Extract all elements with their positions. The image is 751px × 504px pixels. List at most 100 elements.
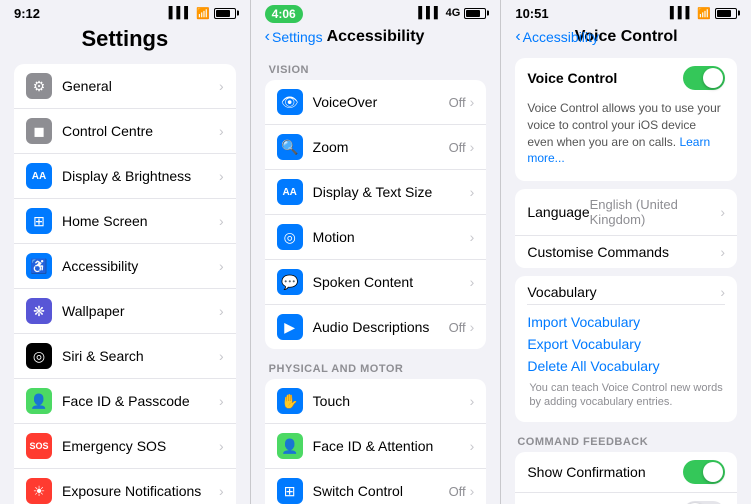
command-feedback-group: Show Confirmation Play Sound Show Hints [515, 452, 737, 504]
export-vocab-link[interactable]: Export Vocabulary [527, 333, 725, 355]
vc-description: Voice Control allows you to use your voi… [527, 96, 725, 173]
motor-header: PHYSICAL AND MOTOR [265, 357, 487, 379]
faceid-icon: 👤 [26, 388, 52, 414]
voiceover-label: VoiceOver [313, 94, 449, 110]
customise-label: Customise Commands [527, 244, 669, 260]
chevron-customise-icon: › [720, 244, 725, 260]
show-confirm-label: Show Confirmation [527, 464, 645, 480]
chevron-vocab-icon: › [720, 284, 725, 300]
play-sound-row[interactable]: Play Sound [515, 493, 737, 504]
chevron-icon: › [470, 139, 475, 155]
back-button-3[interactable]: ‹ Accessibility [515, 28, 599, 46]
exposure-icon: ☀ [26, 478, 52, 504]
signal-icon: ▌▌▌ [418, 7, 441, 19]
settings-item-control-centre[interactable]: ◼ Control Centre › [14, 109, 236, 154]
voice-control-toggle[interactable] [683, 66, 725, 90]
nav-bar-3: ‹ Accessibility Voice Control [501, 24, 751, 54]
exposure-label: Exposure Notifications [62, 483, 219, 499]
wifi-icon-3: 📶 [697, 7, 711, 20]
time-1: 9:12 [14, 6, 40, 21]
display-label: Display & Brightness [62, 168, 219, 184]
settings-item-display-text[interactable]: AA Display & Text Size › [265, 170, 487, 215]
status-icons-3: ▌▌▌ 📶 [670, 7, 737, 20]
settings-item-sos[interactable]: SOS Emergency SOS › [14, 424, 236, 469]
settings-item-accessibility[interactable]: ♿ Accessibility › [14, 244, 236, 289]
control-centre-icon: ◼ [26, 118, 52, 144]
settings-item-wallpaper[interactable]: ❋ Wallpaper › [14, 289, 236, 334]
settings-item-touch[interactable]: ✋ Touch › [265, 379, 487, 424]
control-centre-label: Control Centre [62, 123, 219, 139]
motor-group: ✋ Touch › 👤 Face ID & Attention › ⊞ Swit… [265, 379, 487, 504]
settings-item-display[interactable]: AA Display & Brightness › [14, 154, 236, 199]
chevron-icon: › [219, 438, 224, 454]
vc-lang-group: Language English (United Kingdom) › Cust… [515, 189, 737, 268]
battery-icon-3 [715, 8, 737, 19]
vc-language-row[interactable]: Language English (United Kingdom) › [515, 189, 737, 236]
language-label: Language [527, 204, 589, 220]
settings-item-spoken[interactable]: 💬 Spoken Content › [265, 260, 487, 305]
touch-label: Touch [313, 393, 470, 409]
settings-item-switch-control[interactable]: ⊞ Switch Control Off › [265, 469, 487, 504]
vc-toggle-block: Voice Control Voice Control allows you t… [515, 58, 737, 181]
chevron-icon: › [470, 393, 475, 409]
show-confirm-row[interactable]: Show Confirmation [515, 452, 737, 493]
audio-desc-label: Audio Descriptions [313, 319, 449, 335]
display-icon: AA [26, 163, 52, 189]
zoom-label: Zoom [313, 139, 449, 155]
spoken-label: Spoken Content [313, 274, 470, 290]
settings-group-main: ⚙ General › ◼ Control Centre › AA Displa… [14, 64, 236, 504]
time-3: 10:51 [515, 6, 548, 21]
chevron-icon: › [219, 483, 224, 499]
chevron-icon: › [219, 258, 224, 274]
settings-item-exposure[interactable]: ☀ Exposure Notifications › [14, 469, 236, 504]
chevron-icon: › [470, 483, 475, 499]
settings-item-faceid-attn[interactable]: 👤 Face ID & Attention › [265, 424, 487, 469]
zoom-icon: 🔍 [277, 134, 303, 160]
vocabulary-label: Vocabulary [527, 284, 596, 300]
command-feedback-header: COMMAND FEEDBACK [515, 430, 737, 452]
voiceover-value: Off [449, 95, 466, 110]
switch-control-value: Off [449, 484, 466, 499]
display-text-icon: AA [277, 179, 303, 205]
settings-item-voiceover[interactable]: 👁 VoiceOver Off › [265, 80, 487, 125]
wallpaper-label: Wallpaper [62, 303, 219, 319]
nav-bar-1: Settings [0, 24, 250, 58]
settings-item-zoom[interactable]: 🔍 Zoom Off › [265, 125, 487, 170]
toggle-knob-confirm [703, 462, 723, 482]
accessibility-label: Accessibility [62, 258, 219, 274]
settings-item-general[interactable]: ⚙ General › [14, 64, 236, 109]
battery-icon [214, 8, 236, 19]
delete-vocab-link[interactable]: Delete All Vocabulary [527, 355, 725, 377]
vc-top-row: Voice Control [527, 66, 725, 96]
settings-list-2: VISION 👁 VoiceOver Off › 🔍 Zoom Off › AA… [251, 54, 501, 504]
show-confirm-toggle[interactable] [683, 460, 725, 484]
settings-item-motion[interactable]: ◎ Motion › [265, 215, 487, 260]
display-text-label: Display & Text Size [313, 184, 470, 200]
battery-icon-2 [464, 8, 486, 19]
back-button-2[interactable]: ‹ Settings [265, 28, 323, 46]
home-screen-icon: ⊞ [26, 208, 52, 234]
settings-item-home-screen[interactable]: ⊞ Home Screen › [14, 199, 236, 244]
status-bar-2: 4:06 ▌▌▌ 4G [251, 0, 501, 24]
chevron-icon: › [470, 184, 475, 200]
vision-header: VISION [265, 58, 487, 80]
motion-icon: ◎ [277, 224, 303, 250]
switch-control-label: Switch Control [313, 483, 449, 499]
voiceover-icon: 👁 [277, 89, 303, 115]
signal-icon: ▌▌▌ [169, 7, 192, 19]
settings-item-siri[interactable]: ◎ Siri & Search › [14, 334, 236, 379]
wallpaper-icon: ❋ [26, 298, 52, 324]
vision-group: 👁 VoiceOver Off › 🔍 Zoom Off › AA Displa… [265, 80, 487, 349]
chevron-icon: › [219, 168, 224, 184]
chevron-icon: › [219, 348, 224, 364]
chevron-icon: › [470, 438, 475, 454]
settings-item-faceid[interactable]: 👤 Face ID & Passcode › [14, 379, 236, 424]
chevron-icon: › [219, 123, 224, 139]
settings-list-1: ⚙ General › ◼ Control Centre › AA Displa… [0, 58, 250, 504]
settings-item-audio-desc[interactable]: ▶ Audio Descriptions Off › [265, 305, 487, 349]
vc-customise-row[interactable]: Customise Commands › [515, 236, 737, 268]
import-vocab-link[interactable]: Import Vocabulary [527, 311, 725, 333]
settings-list-3: Voice Control Voice Control allows you t… [501, 54, 751, 504]
vocab-block: Vocabulary › Import Vocabulary Export Vo… [515, 276, 737, 422]
teach-text: You can teach Voice Control new words by… [527, 377, 725, 414]
